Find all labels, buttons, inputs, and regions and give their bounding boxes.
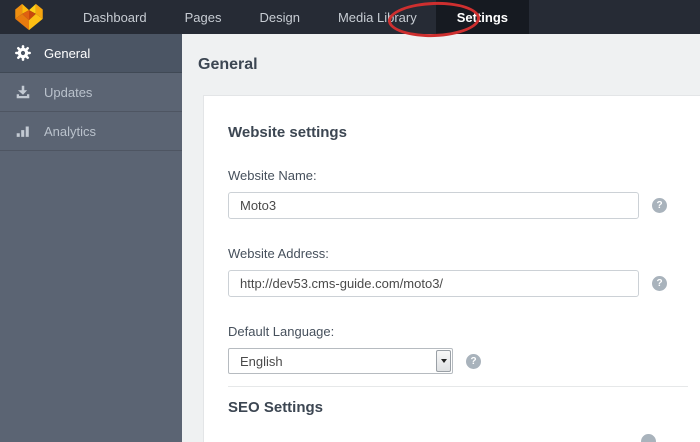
website-name-row: ?: [228, 192, 700, 219]
chevron-down-icon: [440, 359, 447, 363]
select-dropdown-button[interactable]: [436, 350, 451, 372]
sidebar-item-analytics[interactable]: Analytics: [0, 112, 182, 151]
website-address-row: ?: [228, 270, 700, 297]
gear-icon: [13, 43, 33, 63]
nav-item-design[interactable]: Design: [240, 0, 318, 34]
website-name-label: Website Name:: [228, 168, 317, 183]
app-window: Dashboard Pages Design Media Library Set…: [0, 0, 700, 442]
section-divider: [228, 386, 688, 387]
help-icon[interactable]: [641, 434, 656, 442]
motocms-logo-icon[interactable]: [14, 3, 44, 31]
settings-sidebar: General Updates Analytics: [0, 34, 182, 442]
section-heading-seo-settings: SEO Settings: [228, 399, 324, 416]
download-icon: [13, 82, 33, 102]
nav-item-media-library[interactable]: Media Library: [319, 0, 436, 34]
nav-item-dashboard[interactable]: Dashboard: [64, 0, 166, 34]
default-language-label: Default Language:: [228, 324, 335, 339]
selected-language-value: English: [240, 353, 283, 369]
sidebar-item-general[interactable]: General: [0, 34, 182, 73]
bar-chart-icon: [13, 121, 33, 141]
help-icon[interactable]: ?: [652, 276, 667, 291]
website-name-input[interactable]: [228, 192, 639, 219]
default-language-row: English ?: [228, 348, 700, 374]
help-icon[interactable]: ?: [652, 198, 667, 213]
section-heading-website-settings: Website settings: [228, 124, 347, 141]
website-address-label: Website Address:: [228, 246, 329, 261]
main-nav: Dashboard Pages Design Media Library Set…: [64, 0, 530, 34]
sidebar-item-label: Updates: [44, 84, 93, 100]
nav-item-settings[interactable]: Settings: [435, 0, 530, 34]
help-icon[interactable]: ?: [466, 353, 481, 369]
top-navigation-bar: Dashboard Pages Design Media Library Set…: [0, 0, 700, 34]
page-title: General: [198, 56, 258, 73]
website-address-input[interactable]: [228, 270, 639, 297]
sidebar-item-updates[interactable]: Updates: [0, 73, 182, 112]
main-content: General Website settings Website Name: ?…: [182, 34, 700, 442]
sidebar-item-label: Analytics: [44, 123, 97, 139]
sidebar-item-label: General: [44, 45, 91, 61]
settings-card: Website settings Website Name: ? Website…: [203, 95, 700, 442]
default-language-select[interactable]: English: [228, 348, 453, 374]
nav-item-pages[interactable]: Pages: [166, 0, 241, 34]
